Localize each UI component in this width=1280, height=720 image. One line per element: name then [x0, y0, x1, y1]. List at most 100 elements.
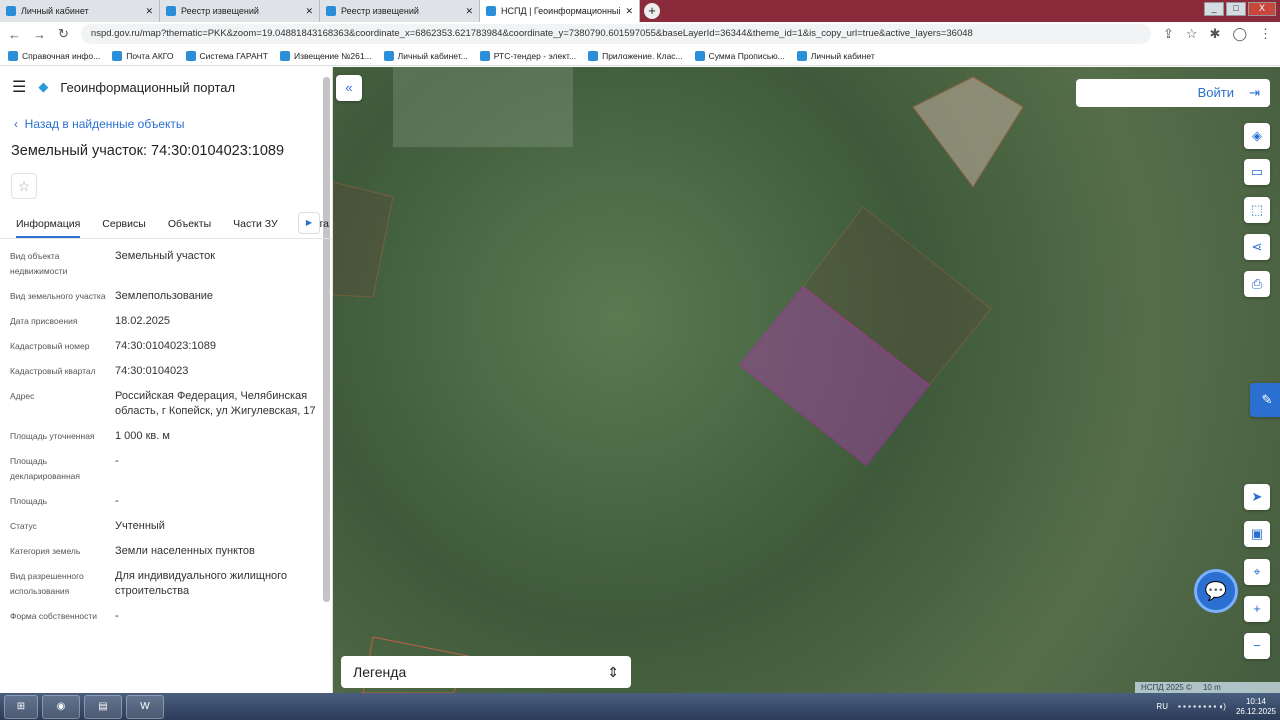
language-indicator[interactable]: RU: [1156, 702, 1168, 711]
bookmark[interactable]: РТС-тендер - элект...: [479, 50, 576, 61]
attribute-row: Кадастровый квартал 74:30:0104023: [10, 364, 322, 379]
favicon-icon: [326, 6, 336, 16]
login-button[interactable]: Войти ⇥: [1076, 79, 1270, 107]
attribute-value: Земли населенных пунктов: [115, 545, 255, 557]
forward-icon[interactable]: →: [33, 27, 46, 42]
attribute-row: Площадь -: [10, 494, 322, 509]
chevron-updown-icon: ⇕: [607, 664, 619, 680]
attribute-row: Вид разрешенного использования Для индиви…: [10, 569, 322, 599]
bookmarks-bar: Справочная инфо... Почта АКГО Система ГА…: [0, 46, 1280, 66]
bookmark[interactable]: Почта АКГО: [112, 50, 174, 61]
search-location-icon[interactable]: ⌖: [1244, 559, 1270, 585]
browser-tab-active[interactable]: НСПД | Геоинформационный п ✕: [480, 0, 640, 22]
layers-icon[interactable]: ◈: [1244, 123, 1270, 149]
browser-tab-bar: Личный кабинет ✕ Реестр извещений ✕ Реестр…: [0, 0, 1280, 22]
info-tabs: Информация Сервисы Объекты Части ЗУ Сост…: [0, 209, 332, 239]
select-area-icon[interactable]: ⬚: [1244, 197, 1270, 223]
chrome-taskbar-icon[interactable]: ◉: [42, 694, 80, 719]
print-icon[interactable]: ⎙: [1244, 271, 1270, 297]
geolocation-icon[interactable]: ➤: [1244, 484, 1270, 510]
attribute-value: Землепользование: [115, 290, 214, 302]
attribute-label: Вид объекта недвижимости: [10, 251, 68, 276]
portal-title: Геоинформационный портал: [60, 79, 236, 95]
attribute-value: 1 000 кв. м: [115, 430, 170, 442]
tab-objects[interactable]: Объекты: [168, 218, 211, 230]
close-icon[interactable]: ✕: [305, 6, 313, 17]
zoom-in-button[interactable]: +: [1244, 596, 1270, 622]
feedback-icon[interactable]: ✎: [1250, 383, 1280, 417]
tab-parts[interactable]: Части ЗУ: [233, 218, 278, 230]
attribute-row: Вид земельного участка Землепользование: [10, 289, 322, 304]
chat-button[interactable]: 💬: [1194, 569, 1238, 613]
window-close-button[interactable]: X: [1248, 2, 1276, 16]
attribute-label: Категория земель: [10, 546, 81, 556]
new-tab-button[interactable]: +: [644, 3, 660, 19]
bookmark[interactable]: Справочная инфо...: [8, 50, 100, 61]
map-building: [393, 67, 573, 147]
attribute-value: 74:30:0104023:1089: [115, 340, 216, 352]
explorer-taskbar-icon[interactable]: ▤: [84, 694, 122, 719]
bookmark[interactable]: Личный кабинет: [796, 50, 875, 61]
ruler-icon[interactable]: ▭: [1244, 159, 1270, 185]
close-icon[interactable]: ✕: [145, 6, 153, 17]
collapse-sidebar-button[interactable]: «: [336, 75, 362, 101]
attribute-value: Для индивидуального жилищного строительс…: [115, 570, 288, 597]
bookmark[interactable]: Приложение. Клас...: [588, 50, 683, 61]
attribute-label: Площадь: [10, 496, 48, 506]
profile-icon[interactable]: ◯: [1232, 26, 1247, 42]
share-icon[interactable]: ⇪: [1163, 26, 1174, 42]
bookmark-star-icon[interactable]: ☆: [1186, 26, 1198, 42]
maximize-button[interactable]: □: [1226, 2, 1246, 16]
close-icon[interactable]: ✕: [625, 6, 633, 17]
bookmark[interactable]: Извещение №261...: [279, 50, 372, 61]
tab-services[interactable]: Сервисы: [102, 218, 146, 230]
reload-icon[interactable]: ↻: [58, 26, 69, 42]
map-view[interactable]: « Войти ⇥ ◈ ▭ ⬚ ⋖ ⎙ ✎ ➤ ▣ ⌖ + − 💬 Легенда…: [333, 67, 1280, 693]
back-to-results-link[interactable]: ‹ Назад в найденные объекты: [0, 107, 332, 131]
portal-logo-icon: ◆: [38, 79, 49, 94]
url-input[interactable]: nspd.gov.ru/map?thematic=PKK&zoom=19.048…: [80, 24, 1151, 44]
attribute-value: -: [115, 610, 119, 622]
attribute-value: 74:30:0104023: [115, 365, 189, 377]
attribute-row: Статус Учтенный: [10, 519, 322, 534]
extensions-icon[interactable]: ✱: [1210, 26, 1221, 42]
attribute-row: Категория земель Земли населенных пунктов: [10, 544, 322, 559]
attribute-label: Адрес: [10, 391, 35, 401]
attribute-value: -: [115, 455, 119, 467]
share-icon[interactable]: ⋖: [1244, 234, 1270, 260]
browser-tab[interactable]: Личный кабинет ✕: [0, 0, 160, 22]
menu-icon[interactable]: ⋮: [1259, 26, 1272, 42]
attribute-row: Форма собственности -: [10, 609, 322, 624]
attribute-list: Вид объекта недвижимости Земельный участо…: [0, 249, 332, 624]
tab-info[interactable]: Информация: [16, 218, 81, 238]
minimap-icon[interactable]: ▣: [1244, 521, 1270, 547]
bookmark[interactable]: Личный кабинет...: [383, 50, 468, 61]
attribute-label: Статус: [10, 521, 37, 531]
attribute-row: Площадь декларированная -: [10, 454, 322, 484]
sidebar-scrollbar[interactable]: [323, 77, 330, 602]
bookmark[interactable]: Сумма Прописью...: [694, 50, 785, 61]
hamburger-menu-icon[interactable]: ☰: [12, 77, 26, 97]
favorite-star-button[interactable]: ☆: [11, 173, 37, 199]
minimize-button[interactable]: _: [1204, 2, 1224, 16]
scale-bar: 10 m: [1202, 683, 1221, 692]
attribute-row: Кадастровый номер 74:30:0104023:1089: [10, 339, 322, 354]
tabs-scroll-right-button[interactable]: ▶: [298, 212, 320, 234]
tray-icons[interactable]: ▪ ▪ ▪ ▪ ▪ ▪ ▪ ▪ ◖): [1178, 702, 1226, 711]
favicon-icon: [486, 6, 496, 16]
legend-dropdown[interactable]: Легенда ⇕: [341, 656, 631, 688]
start-button[interactable]: ⊞: [4, 694, 38, 719]
windows-taskbar: ⊞ ◉ ▤ W RU ▪ ▪ ▪ ▪ ▪ ▪ ▪ ▪ ◖) 10:14 26.12…: [0, 693, 1280, 720]
word-taskbar-icon[interactable]: W: [126, 694, 164, 719]
zoom-out-button[interactable]: −: [1244, 633, 1270, 659]
login-icon: ⇥: [1249, 85, 1260, 100]
attribute-label: Кадастровый номер: [10, 341, 90, 351]
back-icon[interactable]: ←: [8, 27, 21, 42]
clock[interactable]: 10:14 26.12.2025: [1236, 697, 1276, 717]
bookmark[interactable]: Система ГАРАНТ: [185, 50, 268, 61]
info-sidebar: ☰ ◆ Геоинформационный портал ‹ Назад в най…: [0, 67, 333, 693]
browser-tab[interactable]: Реестр извещений ✕: [320, 0, 480, 22]
attribute-label: Вид земельного участка: [10, 291, 106, 301]
browser-tab[interactable]: Реестр извещений ✕: [160, 0, 320, 22]
close-icon[interactable]: ✕: [465, 6, 473, 17]
